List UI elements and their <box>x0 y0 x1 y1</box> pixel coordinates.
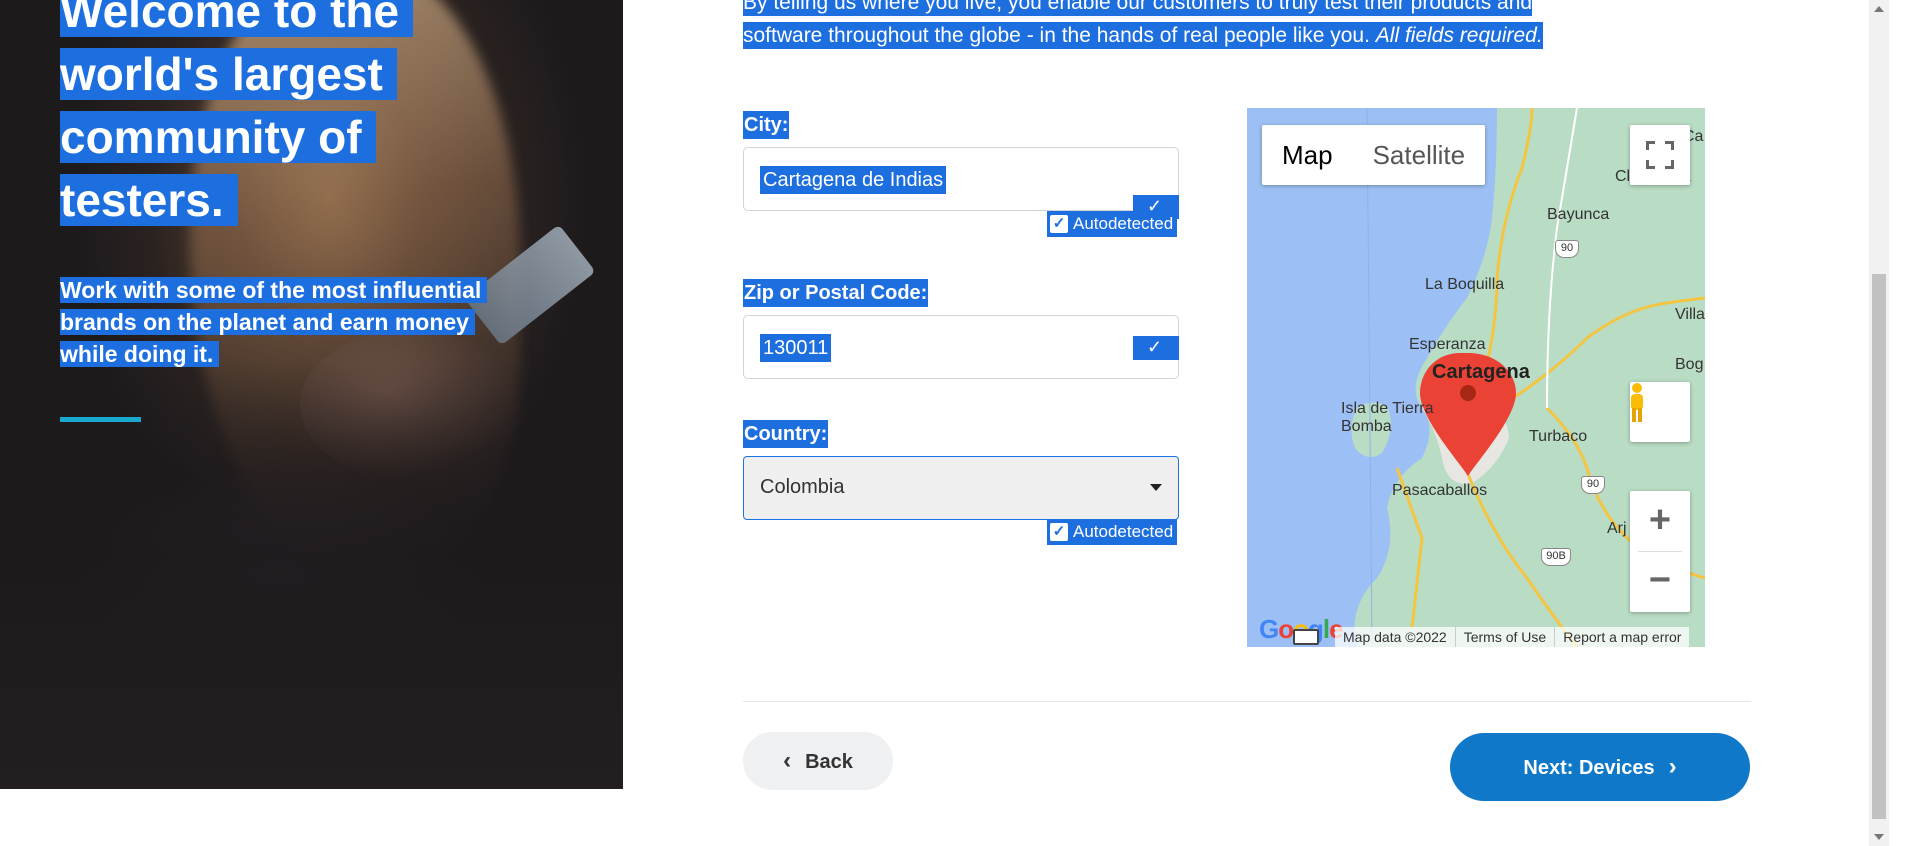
fullscreen-icon <box>1645 140 1675 170</box>
autodetected-label: Autodetected <box>1073 522 1174 541</box>
hero-title: Welcome to the world's largest community… <box>60 0 520 232</box>
hero-subtitle-line: brands on the planet and earn money <box>60 309 475 335</box>
hero-title-line: community of <box>60 111 376 163</box>
map-label-villa: Villa <box>1675 306 1705 323</box>
checkmark-icon: ✓ <box>1147 337 1163 357</box>
zoom-control: + − <box>1630 491 1690 612</box>
city-label: City: <box>743 111 790 139</box>
city-autodetected-badge[interactable]: ✓ Autodetected <box>1047 211 1178 237</box>
back-button[interactable]: ‹ Back <box>743 732 893 790</box>
map-footer: Map data ©2022 Terms of Use Report a map… <box>1335 627 1690 647</box>
hero-subtitle: Work with some of the most influential b… <box>60 274 540 370</box>
zoom-out-button[interactable]: − <box>1630 551 1690 611</box>
map-label-la-boquilla: La Boquilla <box>1425 276 1505 293</box>
hero-photo-shade <box>0 360 623 789</box>
checkbox-checked-icon: ✓ <box>1050 523 1068 541</box>
keyboard-icon[interactable] <box>1293 629 1319 645</box>
map-data-attribution: Map data ©2022 <box>1343 629 1447 645</box>
country-autodetected-badge[interactable]: ✓ Autodetected <box>1047 519 1178 545</box>
map-type-satellite-button[interactable]: Satellite <box>1353 125 1486 185</box>
country-value: Colombia <box>760 476 845 498</box>
scroll-up-arrow-icon[interactable] <box>1874 6 1884 12</box>
caret-down-icon <box>1150 484 1162 491</box>
page-scrollbar[interactable] <box>1869 0 1889 846</box>
zip-label: Zip or Postal Code: <box>743 279 929 307</box>
city-input[interactable]: Cartagena de Indias ✓ <box>743 147 1179 219</box>
chevron-left-icon: ‹ <box>783 747 792 774</box>
next-devices-button[interactable]: Next: Devices › <box>1450 733 1750 801</box>
zip-input[interactable]: 130011 ✓ <box>743 315 1179 379</box>
pegman-icon <box>1631 383 1643 422</box>
back-label: Back <box>805 751 853 773</box>
required-note: All fields required. <box>1375 24 1543 47</box>
zip-valid-marker: ✓ <box>1133 336 1179 360</box>
hero-title-line: world's largest <box>60 48 397 100</box>
hero-subtitle-line: while doing it. <box>60 341 220 367</box>
map-label-arj: Arj <box>1607 520 1627 537</box>
zoom-in-button[interactable]: + <box>1630 491 1690 551</box>
intro-line-2: software throughout the globe - in the h… <box>743 22 1370 49</box>
fullscreen-button[interactable] <box>1630 125 1690 185</box>
checkbox-checked-icon: ✓ <box>1050 215 1068 233</box>
country-label: Country: <box>743 420 829 448</box>
autodetected-label: Autodetected <box>1073 214 1174 233</box>
street-view-button[interactable] <box>1630 382 1690 442</box>
location-map[interactable]: Cartagena Bayunca La Boquilla Turbaco Pa… <box>1247 108 1705 647</box>
hero-panel: Welcome to the world's largest community… <box>0 0 623 789</box>
map-label-bayunca: Bayunca <box>1547 206 1610 223</box>
highway-shield: 90B <box>1541 548 1571 566</box>
hero-accent-rule <box>60 417 141 422</box>
map-label-cartagena: Cartagena <box>1432 361 1530 383</box>
hero-subtitle-line: Work with some of the most influential <box>60 277 488 303</box>
highway-shield: 90 <box>1581 476 1605 494</box>
next-label: Next: Devices <box>1523 757 1655 779</box>
intro-paragraph: By telling us where you live, you enable… <box>743 0 1683 52</box>
map-label-pasacaballos: Pasacaballos <box>1392 482 1488 499</box>
map-report-error-link[interactable]: Report a map error <box>1554 627 1689 647</box>
scrollbar-thumb[interactable] <box>1872 274 1886 819</box>
map-label-turbaco: Turbaco <box>1529 428 1588 445</box>
intro-line-1: By telling us where you live, you enable… <box>743 0 1533 16</box>
map-label-isla-tierra-bomba: Isla de Tierra Bomba <box>1341 400 1434 435</box>
form-divider <box>743 701 1751 702</box>
zoom-separator <box>1638 551 1682 552</box>
scroll-down-arrow-icon[interactable] <box>1874 834 1884 840</box>
highway-shield: 90 <box>1555 240 1579 258</box>
country-select[interactable]: Colombia <box>743 456 1179 520</box>
city-value: Cartagena de Indias <box>760 166 947 194</box>
map-type-control: Map Satellite <box>1262 125 1486 185</box>
map-terms-link[interactable]: Terms of Use <box>1454 627 1554 647</box>
zip-value: 130011 <box>760 334 832 362</box>
hero-title-line: testers. <box>60 174 238 226</box>
hero-title-line: Welcome to the <box>60 0 414 37</box>
map-label-bog: Bog <box>1675 356 1704 373</box>
map-label-esperanza: Esperanza <box>1409 336 1486 353</box>
map-type-map-button[interactable]: Map <box>1262 125 1353 185</box>
chevron-right-icon: › <box>1668 753 1677 780</box>
page: Welcome to the world's largest community… <box>0 0 1920 846</box>
